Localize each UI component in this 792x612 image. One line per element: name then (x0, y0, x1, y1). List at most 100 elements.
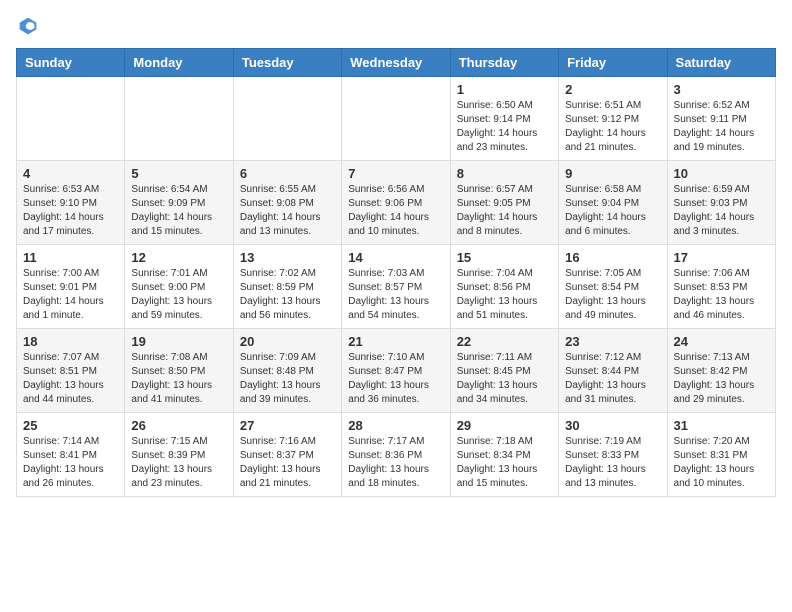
calendar-cell: 15 Sunrise: 7:04 AM Sunset: 8:56 PM Dayli… (450, 245, 558, 329)
calendar-cell: 31 Sunrise: 7:20 AM Sunset: 8:31 PM Dayli… (667, 413, 775, 497)
calendar-cell: 28 Sunrise: 7:17 AM Sunset: 8:36 PM Dayli… (342, 413, 450, 497)
day-number: 15 (457, 250, 552, 265)
calendar-header-row: SundayMondayTuesdayWednesdayThursdayFrid… (17, 49, 776, 77)
day-info: Sunrise: 7:12 AM Sunset: 8:44 PM Dayligh… (565, 351, 660, 407)
logo-icon (18, 16, 38, 36)
day-info: Sunrise: 7:09 AM Sunset: 8:48 PM Dayligh… (240, 351, 335, 407)
day-number: 3 (674, 82, 769, 97)
day-info: Sunrise: 7:20 AM Sunset: 8:31 PM Dayligh… (674, 435, 769, 491)
calendar-cell: 30 Sunrise: 7:19 AM Sunset: 8:33 PM Dayli… (559, 413, 667, 497)
day-number: 7 (348, 166, 443, 181)
calendar-week-row: 11 Sunrise: 7:00 AM Sunset: 9:01 PM Dayli… (17, 245, 776, 329)
day-info: Sunrise: 6:58 AM Sunset: 9:04 PM Dayligh… (565, 183, 660, 239)
calendar-cell: 29 Sunrise: 7:18 AM Sunset: 8:34 PM Dayli… (450, 413, 558, 497)
calendar-cell: 24 Sunrise: 7:13 AM Sunset: 8:42 PM Dayli… (667, 329, 775, 413)
day-number: 14 (348, 250, 443, 265)
calendar-cell: 23 Sunrise: 7:12 AM Sunset: 8:44 PM Dayli… (559, 329, 667, 413)
calendar-cell: 5 Sunrise: 6:54 AM Sunset: 9:09 PM Daylig… (125, 161, 233, 245)
day-info: Sunrise: 7:02 AM Sunset: 8:59 PM Dayligh… (240, 267, 335, 323)
calendar-cell (233, 77, 341, 161)
calendar-cell: 25 Sunrise: 7:14 AM Sunset: 8:41 PM Dayli… (17, 413, 125, 497)
calendar-table: SundayMondayTuesdayWednesdayThursdayFrid… (16, 48, 776, 497)
day-number: 27 (240, 418, 335, 433)
day-info: Sunrise: 7:05 AM Sunset: 8:54 PM Dayligh… (565, 267, 660, 323)
day-number: 12 (131, 250, 226, 265)
calendar-cell: 10Sunrise: 6:59 AM Sunset: 9:03 PM Dayli… (667, 161, 775, 245)
calendar-cell: 6 Sunrise: 6:55 AM Sunset: 9:08 PM Daylig… (233, 161, 341, 245)
day-number: 18 (23, 334, 118, 349)
calendar-cell: 4 Sunrise: 6:53 AM Sunset: 9:10 PM Daylig… (17, 161, 125, 245)
calendar-cell: 22 Sunrise: 7:11 AM Sunset: 8:45 PM Dayli… (450, 329, 558, 413)
calendar-week-row: 4 Sunrise: 6:53 AM Sunset: 9:10 PM Daylig… (17, 161, 776, 245)
calendar-cell: 12 Sunrise: 7:01 AM Sunset: 9:00 PM Dayli… (125, 245, 233, 329)
day-info: Sunrise: 7:16 AM Sunset: 8:37 PM Dayligh… (240, 435, 335, 491)
day-info: Sunrise: 6:53 AM Sunset: 9:10 PM Dayligh… (23, 183, 118, 239)
day-info: Sunrise: 7:08 AM Sunset: 8:50 PM Dayligh… (131, 351, 226, 407)
day-number: 4 (23, 166, 118, 181)
calendar-cell (342, 77, 450, 161)
day-info: Sunrise: 7:06 AM Sunset: 8:53 PM Dayligh… (674, 267, 769, 323)
day-number: 17 (674, 250, 769, 265)
calendar-week-row: 1 Sunrise: 6:50 AM Sunset: 9:14 PM Daylig… (17, 77, 776, 161)
day-info: Sunrise: 7:07 AM Sunset: 8:51 PM Dayligh… (23, 351, 118, 407)
day-info: Sunrise: 7:18 AM Sunset: 8:34 PM Dayligh… (457, 435, 552, 491)
day-number: 11 (23, 250, 118, 265)
calendar-cell: 21 Sunrise: 7:10 AM Sunset: 8:47 PM Dayli… (342, 329, 450, 413)
calendar-cell: 19 Sunrise: 7:08 AM Sunset: 8:50 PM Dayli… (125, 329, 233, 413)
day-info: Sunrise: 6:54 AM Sunset: 9:09 PM Dayligh… (131, 183, 226, 239)
calendar-cell: 1 Sunrise: 6:50 AM Sunset: 9:14 PM Daylig… (450, 77, 558, 161)
day-info: Sunrise: 7:10 AM Sunset: 8:47 PM Dayligh… (348, 351, 443, 407)
day-number: 29 (457, 418, 552, 433)
weekday-header: Friday (559, 49, 667, 77)
day-number: 8 (457, 166, 552, 181)
calendar-week-row: 18 Sunrise: 7:07 AM Sunset: 8:51 PM Dayli… (17, 329, 776, 413)
day-info: Sunrise: 7:14 AM Sunset: 8:41 PM Dayligh… (23, 435, 118, 491)
day-info: Sunrise: 7:19 AM Sunset: 8:33 PM Dayligh… (565, 435, 660, 491)
day-info: Sunrise: 6:51 AM Sunset: 9:12 PM Dayligh… (565, 99, 660, 155)
day-info: Sunrise: 6:50 AM Sunset: 9:14 PM Dayligh… (457, 99, 552, 155)
page-header (16, 16, 776, 36)
day-info: Sunrise: 6:56 AM Sunset: 9:06 PM Dayligh… (348, 183, 443, 239)
calendar-cell: 8 Sunrise: 6:57 AM Sunset: 9:05 PM Daylig… (450, 161, 558, 245)
day-info: Sunrise: 7:11 AM Sunset: 8:45 PM Dayligh… (457, 351, 552, 407)
day-info: Sunrise: 6:57 AM Sunset: 9:05 PM Dayligh… (457, 183, 552, 239)
day-info: Sunrise: 6:52 AM Sunset: 9:11 PM Dayligh… (674, 99, 769, 155)
day-number: 22 (457, 334, 552, 349)
day-number: 5 (131, 166, 226, 181)
day-number: 31 (674, 418, 769, 433)
day-number: 1 (457, 82, 552, 97)
day-info: Sunrise: 7:17 AM Sunset: 8:36 PM Dayligh… (348, 435, 443, 491)
day-number: 28 (348, 418, 443, 433)
weekday-header: Monday (125, 49, 233, 77)
calendar-cell: 2Sunrise: 6:51 AM Sunset: 9:12 PM Daylig… (559, 77, 667, 161)
calendar-cell: 14 Sunrise: 7:03 AM Sunset: 8:57 PM Dayli… (342, 245, 450, 329)
day-number: 6 (240, 166, 335, 181)
day-info: Sunrise: 7:03 AM Sunset: 8:57 PM Dayligh… (348, 267, 443, 323)
day-number: 30 (565, 418, 660, 433)
day-number: 23 (565, 334, 660, 349)
weekday-header: Tuesday (233, 49, 341, 77)
day-info: Sunrise: 7:00 AM Sunset: 9:01 PM Dayligh… (23, 267, 118, 323)
day-number: 26 (131, 418, 226, 433)
day-number: 25 (23, 418, 118, 433)
weekday-header: Wednesday (342, 49, 450, 77)
day-info: Sunrise: 6:59 AM Sunset: 9:03 PM Dayligh… (674, 183, 769, 239)
calendar-cell: 9 Sunrise: 6:58 AM Sunset: 9:04 PM Daylig… (559, 161, 667, 245)
day-number: 13 (240, 250, 335, 265)
day-number: 9 (565, 166, 660, 181)
day-number: 19 (131, 334, 226, 349)
day-number: 24 (674, 334, 769, 349)
day-info: Sunrise: 7:01 AM Sunset: 9:00 PM Dayligh… (131, 267, 226, 323)
day-number: 16 (565, 250, 660, 265)
day-info: Sunrise: 6:55 AM Sunset: 9:08 PM Dayligh… (240, 183, 335, 239)
day-number: 21 (348, 334, 443, 349)
calendar-cell (17, 77, 125, 161)
calendar-cell: 18 Sunrise: 7:07 AM Sunset: 8:51 PM Dayli… (17, 329, 125, 413)
day-info: Sunrise: 7:15 AM Sunset: 8:39 PM Dayligh… (131, 435, 226, 491)
weekday-header: Thursday (450, 49, 558, 77)
day-info: Sunrise: 7:04 AM Sunset: 8:56 PM Dayligh… (457, 267, 552, 323)
day-info: Sunrise: 7:13 AM Sunset: 8:42 PM Dayligh… (674, 351, 769, 407)
calendar-cell (125, 77, 233, 161)
day-number: 20 (240, 334, 335, 349)
calendar-cell: 16 Sunrise: 7:05 AM Sunset: 8:54 PM Dayli… (559, 245, 667, 329)
